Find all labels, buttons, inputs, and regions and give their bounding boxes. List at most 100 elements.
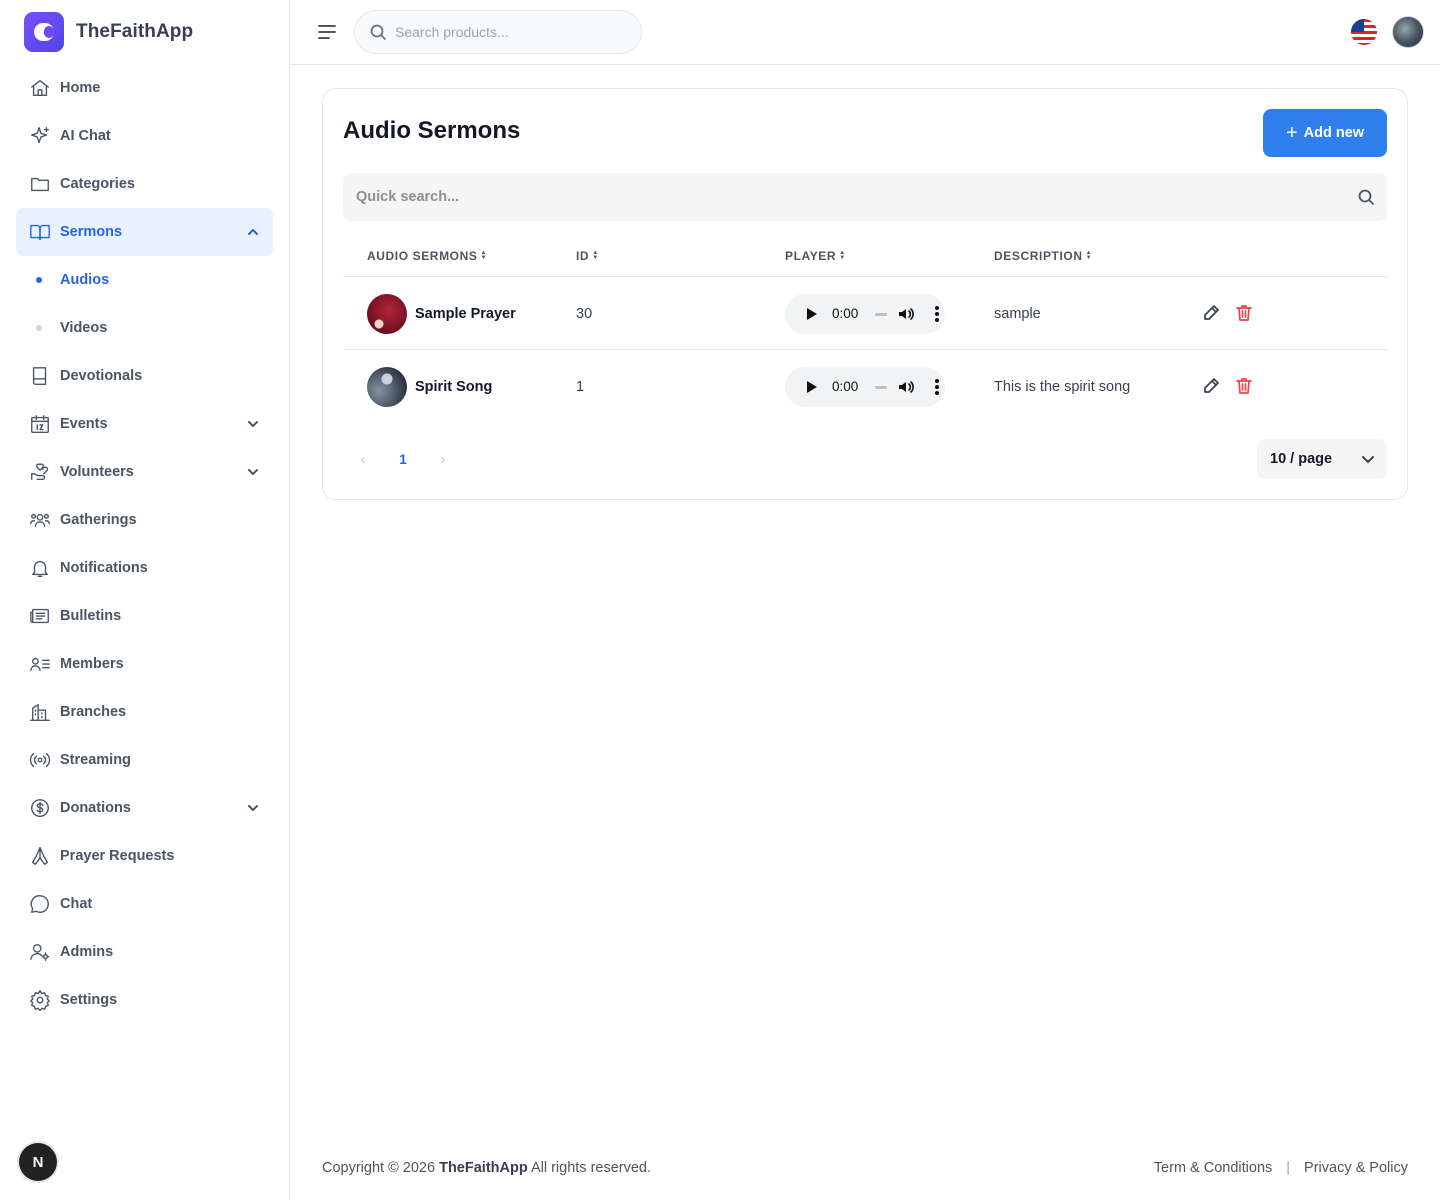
brand-logo-icon	[24, 12, 64, 52]
newspaper-icon	[28, 604, 52, 628]
broadcast-icon	[28, 748, 52, 772]
us-flag-icon[interactable]	[1351, 19, 1377, 45]
column-header-label: AUDIO SERMONS	[367, 249, 478, 263]
more-options-icon[interactable]	[935, 378, 939, 395]
column-header-id[interactable]: ID ▲ ▼	[576, 249, 599, 263]
sidebar-item-label: Donations	[60, 800, 131, 816]
column-header-description[interactable]: DESCRIPTION ▲ ▼	[994, 249, 1092, 263]
sidebar-item-gatherings[interactable]: Gatherings	[16, 496, 273, 544]
edit-icon[interactable]	[1201, 303, 1221, 323]
privacy-link[interactable]: Privacy & Policy	[1304, 1160, 1408, 1176]
sidebar-item-label: Categories	[60, 176, 135, 192]
sidebar-item-label: Bulletins	[60, 608, 122, 624]
search-icon[interactable]	[1357, 188, 1375, 206]
sidebar-item-devotionals[interactable]: Devotionals	[16, 352, 273, 400]
add-new-button[interactable]: + Add new	[1263, 109, 1387, 157]
volume-icon[interactable]	[897, 378, 915, 396]
delete-icon[interactable]	[1234, 303, 1254, 323]
home-icon	[28, 76, 52, 100]
sidebar-subitem-audios[interactable]: Audios	[16, 256, 273, 304]
sort-icon: ▲ ▼	[480, 250, 488, 261]
bell-icon	[28, 556, 52, 580]
play-icon[interactable]	[807, 380, 817, 393]
sidebar-item-label: AI Chat	[60, 128, 111, 144]
plus-icon: +	[1285, 122, 1298, 144]
sidebar-item-label: Sermons	[60, 224, 123, 240]
audio-sermons-card: Audio Sermons + Add new AUDIO SERMONS▲▼ …	[322, 88, 1408, 500]
sermon-thumbnail	[367, 366, 407, 407]
sidebar: TheFaithApp Home AI Chat Categories Serm…	[0, 0, 290, 1200]
quick-search-input[interactable]	[356, 189, 1316, 205]
product-search-input[interactable]	[395, 24, 625, 40]
sidebar-item-streaming[interactable]: Streaming	[16, 736, 273, 784]
sidebar-item-donations[interactable]: Donations	[16, 784, 273, 832]
audio-player: 0:00	[785, 293, 945, 334]
sidebar-item-admins[interactable]: Admins	[16, 928, 273, 976]
calendar-icon	[28, 412, 52, 436]
sidebar-item-chat[interactable]: Chat	[16, 880, 273, 928]
column-header-label: DESCRIPTION	[994, 249, 1083, 263]
sidebar-item-ai-chat[interactable]: AI Chat	[16, 112, 273, 160]
sidebar-item-prayer-requests[interactable]: Prayer Requests	[16, 832, 273, 880]
floating-action-button[interactable]: N	[19, 1143, 57, 1181]
delete-icon[interactable]	[1234, 376, 1254, 396]
sidebar-item-label: Prayer Requests	[60, 848, 175, 864]
more-options-icon[interactable]	[935, 305, 939, 322]
player-progress[interactable]	[875, 385, 887, 389]
sermon-cell: Spirit Song	[367, 350, 492, 423]
quick-search	[343, 173, 1387, 221]
brand-name: TheFaithApp	[76, 21, 194, 42]
link-separator: |	[1286, 1160, 1291, 1176]
dollar-icon	[28, 796, 52, 820]
chevron-down-icon[interactable]	[245, 800, 261, 816]
row-actions	[1201, 376, 1267, 396]
brand[interactable]: TheFaithApp	[24, 12, 193, 52]
sidebar-subitem-videos[interactable]: Videos	[16, 304, 273, 352]
sidebar-item-members[interactable]: Members	[16, 640, 273, 688]
volume-icon[interactable]	[897, 305, 915, 323]
player-progress[interactable]	[875, 312, 887, 316]
menu-toggle-icon[interactable]	[316, 21, 338, 43]
sidebar-item-label: Volunteers	[60, 464, 134, 480]
top-header	[290, 0, 1440, 65]
praying-hands-icon	[28, 844, 52, 868]
play-icon[interactable]	[807, 307, 817, 320]
terms-link[interactable]: Term & Conditions	[1154, 1160, 1272, 1176]
sidebar-item-label: Notifications	[60, 560, 148, 576]
table-header: AUDIO SERMONS ▲ ▼ ID ▲ ▼ PLAYER ▲ ▼ DESCRIPTIO…	[343, 229, 1387, 277]
sidebar-item-label: Streaming	[60, 752, 131, 768]
sidebar-item-notifications[interactable]: Notifications	[16, 544, 273, 592]
column-header-label: PLAYER	[785, 249, 837, 263]
chevron-down-icon[interactable]	[245, 464, 261, 480]
user-avatar[interactable]	[1392, 16, 1424, 48]
bullet-dot-icon	[36, 325, 42, 331]
book-icon	[28, 364, 52, 388]
edit-icon[interactable]	[1201, 376, 1221, 396]
chevron-up-icon[interactable]	[245, 224, 261, 240]
sidebar-item-branches[interactable]: Branches	[16, 688, 273, 736]
sidebar-item-settings[interactable]: Settings	[16, 976, 273, 1024]
sort-icon: ▲ ▼	[1085, 250, 1093, 261]
sidebar-item-label: Events	[60, 416, 108, 432]
sidebar-item-sermons[interactable]: Sermons	[16, 208, 273, 256]
sidebar-item-label: Settings	[60, 992, 118, 1008]
sermon-name: Spirit Song	[415, 378, 493, 395]
player-cell: 0:00	[785, 350, 945, 423]
page-number-1[interactable]: 1	[393, 447, 413, 471]
column-header-player[interactable]: PLAYER ▲ ▼	[785, 249, 846, 263]
sidebar-nav: Home AI Chat Categories Sermons Audios V…	[16, 64, 273, 1024]
sidebar-item-bulletins[interactable]: Bulletins	[16, 592, 273, 640]
prev-page-button[interactable]: ‹	[353, 449, 373, 469]
sidebar-item-label: Admins	[60, 944, 114, 960]
page-size-value: 10 / page	[1270, 451, 1333, 467]
column-header-label: ID	[576, 249, 590, 263]
sidebar-item-categories[interactable]: Categories	[16, 160, 273, 208]
page-title: Audio Sermons	[343, 117, 521, 144]
sidebar-item-volunteers[interactable]: Volunteers	[16, 448, 273, 496]
page-size-select[interactable]: 10 / page	[1257, 439, 1387, 479]
column-header-audio-sermons[interactable]: AUDIO SERMONS ▲ ▼	[367, 249, 487, 263]
chevron-down-icon[interactable]	[245, 416, 261, 432]
sidebar-item-events[interactable]: Events	[16, 400, 273, 448]
next-page-button[interactable]: ›	[433, 449, 453, 469]
sidebar-item-home[interactable]: Home	[16, 64, 273, 112]
